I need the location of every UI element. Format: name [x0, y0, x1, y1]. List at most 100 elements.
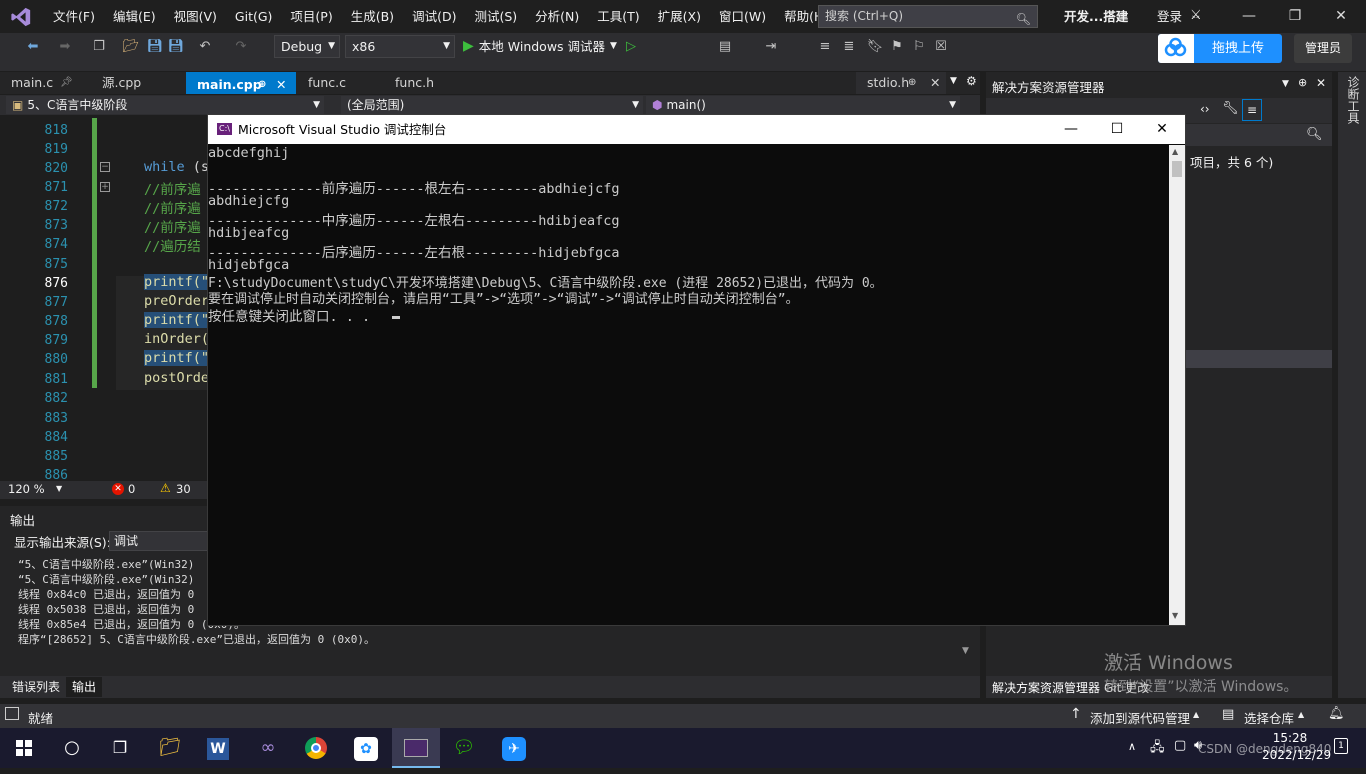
menu-project[interactable]: 项目(P)	[281, 0, 341, 33]
close-tab-icon[interactable]: ✕	[930, 72, 940, 94]
clear-bookmarks-icon[interactable]: ☒	[932, 38, 950, 56]
menu-extensions[interactable]: 扩展(X)	[649, 0, 710, 33]
tab-dropdown-icon[interactable]: ▼	[950, 76, 957, 86]
project-select[interactable]: ▣ 5、C语言中级阶段 ▼	[6, 96, 324, 114]
close-panel-icon[interactable]: ✕	[1316, 76, 1326, 90]
tab-output[interactable]: 输出	[66, 677, 103, 697]
tab-func-h[interactable]: func.h	[384, 72, 466, 94]
menu-window[interactable]: 窗口(W)	[710, 0, 775, 33]
search-circle-icon[interactable]: ○	[48, 728, 96, 768]
save-all-icon[interactable]: 💾︎	[167, 38, 185, 56]
output-source-select[interactable]: 调试	[109, 531, 209, 551]
notification-bell-icon[interactable]: 🔔︎	[1328, 706, 1345, 721]
network-icon[interactable]: 🖧︎	[1150, 738, 1165, 760]
login-link[interactable]: 登录	[1157, 0, 1182, 33]
scope-select[interactable]: (全局范围) ▼	[341, 96, 643, 114]
add-to-source-control[interactable]: 添加到源代码管理	[1090, 708, 1190, 727]
windows-start-icon[interactable]	[0, 728, 48, 768]
menu-test[interactable]: 测试(S)	[465, 0, 526, 33]
diagnostic-tools-sidebar[interactable]: 诊断工具	[1338, 72, 1366, 698]
open-folder-icon[interactable]: 📂︎	[122, 38, 140, 56]
chevron-down-icon[interactable]: ▼	[56, 484, 62, 493]
wrench-icon[interactable]: 🔧︎	[1222, 101, 1239, 116]
menu-tools[interactable]: 工具(T)	[588, 0, 648, 33]
upload-button[interactable]: 拖拽上传	[1158, 34, 1282, 63]
visual-studio-taskbar-icon[interactable]: ∞	[244, 728, 292, 768]
comment-icon[interactable]: ≡	[816, 38, 834, 56]
scrollbar-thumb[interactable]	[1172, 161, 1182, 177]
code-view-icon[interactable]: ‹›	[1200, 102, 1210, 116]
start-without-debugging-icon[interactable]: ▷	[622, 38, 640, 56]
file-explorer-icon[interactable]: 📁︎	[146, 728, 194, 768]
menu-file[interactable]: 文件(F)	[44, 0, 104, 33]
layout-icon[interactable]: ▤	[716, 38, 734, 56]
display-icon[interactable]: ▢	[1174, 738, 1186, 753]
menu-debug[interactable]: 调试(D)	[403, 0, 465, 33]
tab-error-list[interactable]: 错误列表	[6, 677, 66, 697]
step-icon[interactable]: ⇥	[762, 38, 780, 56]
member-select[interactable]: ⬢ main() ▼	[646, 96, 960, 114]
pin-icon[interactable]: ⊕	[908, 72, 916, 94]
solution-summary[interactable]: 项目，共 6 个)	[1190, 152, 1273, 171]
account-icon[interactable]: ⚔	[1190, 8, 1202, 23]
scroll-up-icon[interactable]: ▲	[1172, 147, 1178, 156]
tab-solution-explorer[interactable]: 解决方案资源管理器	[992, 679, 1100, 696]
scroll-down-icon[interactable]: ▼	[962, 646, 969, 656]
tab-source-cpp[interactable]: 源.cpp	[91, 72, 185, 94]
zoom-level[interactable]: 120 %	[8, 482, 45, 496]
console-close-icon[interactable]: ✕	[1139, 115, 1185, 144]
gear-icon[interactable]: ⚙	[966, 74, 977, 88]
menu-build[interactable]: 生成(B)	[342, 0, 403, 33]
chrome-icon[interactable]	[292, 728, 340, 768]
output-window-icon[interactable]	[5, 707, 19, 720]
taskbar-clock[interactable]: 15:28 2022/12/29	[1262, 730, 1331, 764]
pin-icon[interactable]: ⊕	[258, 74, 266, 96]
feishu-icon[interactable]: ✈	[490, 728, 538, 768]
chevron-down-icon[interactable]: ▼	[1282, 79, 1289, 89]
selected-tree-row[interactable]	[1186, 350, 1332, 368]
notification-center-icon[interactable]: 1	[1334, 738, 1348, 754]
close-icon[interactable]: ✕	[1318, 0, 1364, 33]
select-repository[interactable]: 选择仓库	[1244, 708, 1294, 727]
preview-icon[interactable]: ≡	[1242, 99, 1262, 121]
start-debugging-button[interactable]: ▶ 本地 Windows 调试器 ▼	[463, 37, 617, 56]
console-scrollbar[interactable]: ▲ ▼	[1169, 145, 1185, 625]
pin-icon[interactable]: 📌︎	[60, 72, 73, 94]
console-minimize-icon[interactable]: —	[1048, 115, 1094, 144]
bookmark-icon[interactable]: 🔖︎	[866, 38, 884, 56]
new-project-icon[interactable]: ❐	[90, 38, 108, 56]
restore-icon[interactable]: ❐	[1272, 0, 1318, 33]
undo-icon[interactable]: ↶	[196, 38, 214, 56]
prev-bookmark-icon[interactable]: ⚑	[888, 38, 906, 56]
warning-count[interactable]: 30	[176, 482, 191, 496]
platform-select[interactable]: x86 ▼	[345, 35, 455, 58]
tray-chevron-icon[interactable]: ∧	[1128, 740, 1136, 753]
tab-main-cpp[interactable]: main.cpp ⊕ ✕	[186, 72, 296, 94]
console-maximize-icon[interactable]: ☐	[1094, 115, 1140, 144]
tab-func-c[interactable]: func.c	[297, 72, 383, 94]
tab-main-c[interactable]: main.c 📌︎	[0, 72, 90, 94]
close-tab-icon[interactable]: ✕	[276, 74, 286, 96]
word-icon[interactable]: W	[194, 728, 242, 768]
next-bookmark-icon[interactable]: ⚐	[910, 38, 928, 56]
pin-icon[interactable]: ⊕	[1298, 76, 1307, 89]
menu-analyze[interactable]: 分析(N)	[526, 0, 588, 33]
task-view-icon[interactable]: ❐	[96, 728, 144, 768]
uncomment-icon[interactable]: ≣	[840, 38, 858, 56]
menu-edit[interactable]: 编辑(E)	[104, 0, 165, 33]
solution-config-select[interactable]: Debug ▼	[274, 35, 340, 58]
tab-stdio-h[interactable]: stdio.h ⊕ ✕	[856, 72, 946, 94]
wechat-icon[interactable]: 💬︎	[440, 728, 488, 768]
menu-git[interactable]: Git(G)	[226, 0, 282, 33]
redo-icon[interactable]: ↷	[232, 38, 250, 56]
search-box[interactable]: 搜索 (Ctrl+Q) 🔍︎	[818, 5, 1038, 28]
error-count[interactable]: 0	[128, 482, 135, 496]
console-title-bar[interactable]: C:\ Microsoft Visual Studio 调试控制台 — ☐ ✕	[208, 115, 1185, 144]
save-icon[interactable]: 💾︎	[146, 38, 164, 56]
cloud-drive-icon[interactable]: ✿	[342, 728, 390, 768]
back-icon[interactable]: ⬅	[24, 38, 42, 56]
search-icon[interactable]: 🔍︎	[1306, 127, 1323, 142]
scroll-down-icon[interactable]: ▼	[1172, 611, 1178, 620]
forward-icon[interactable]: ➡	[56, 38, 74, 56]
minimize-icon[interactable]: —	[1226, 0, 1272, 33]
